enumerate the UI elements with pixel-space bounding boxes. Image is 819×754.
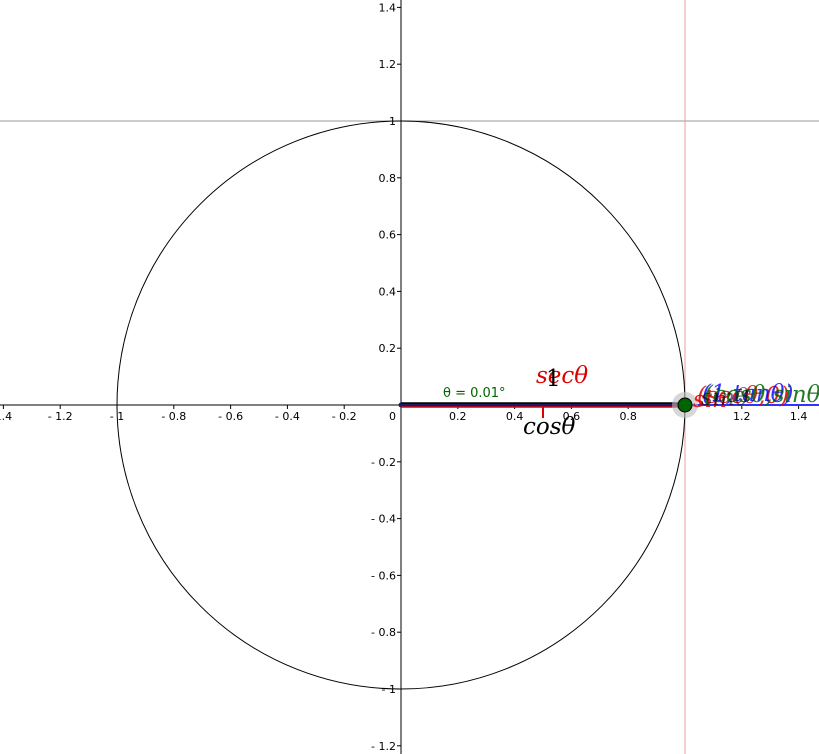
y-tick-label: 0.6 xyxy=(379,229,397,242)
y-tick-label: - 0.8 xyxy=(371,626,396,639)
y-tick-label: 0.4 xyxy=(379,285,397,298)
y-tick-label: 0.2 xyxy=(379,342,397,355)
x-tick-label: 1.4 xyxy=(0,410,12,423)
y-tick-label: - 0.2 xyxy=(371,456,396,469)
y-tick-label: - 0.4 xyxy=(371,513,396,526)
angle-theta-label: θ = 0.01° xyxy=(443,386,506,401)
y-tick-label: - 1.2 xyxy=(371,740,396,753)
x-tick-label: - 0.8 xyxy=(161,410,186,423)
x-tick-label: - 1.2 xyxy=(48,410,73,423)
point-label-sin-theta: sinθ xyxy=(701,385,749,411)
y-tick-label: 1.4 xyxy=(379,1,397,14)
y-tick-label: - 1 xyxy=(382,683,396,696)
point-on-circle[interactable] xyxy=(677,397,693,413)
x-tick-label: - 0.6 xyxy=(218,410,243,423)
x-tick-label: - 0.4 xyxy=(275,410,300,423)
x-tick-label: - 0.2 xyxy=(332,410,357,423)
axes xyxy=(0,0,819,754)
x-tick-label: 1.4 xyxy=(790,410,808,423)
x-tick-label: 0.4 xyxy=(506,410,524,423)
sec-label: secθ xyxy=(536,363,588,389)
radius-one-label: 1 xyxy=(546,366,561,392)
origin-label: 0 xyxy=(389,410,396,423)
cos-label: cosθ xyxy=(523,414,576,440)
y-tick-label: - 0.6 xyxy=(371,569,396,582)
x-tick-label: 0.2 xyxy=(449,410,467,423)
y-tick-label: 0.8 xyxy=(379,172,397,185)
y-tick-label: 1.2 xyxy=(379,58,397,71)
y-axis-ticks: 1.41.210.80.60.40.2- 0.2- 0.4- 0.6- 0.8-… xyxy=(371,1,401,753)
x-tick-label: 1.2 xyxy=(733,410,751,423)
graph-canvas[interactable]: 1.4 - 1.2 - 1 - 0.8 - 0.6 - 0.4 - 0.2 0.2 0.4 0.6… xyxy=(0,0,819,754)
reference-lines xyxy=(0,0,819,754)
x-tick-label: 0.8 xyxy=(619,410,637,423)
